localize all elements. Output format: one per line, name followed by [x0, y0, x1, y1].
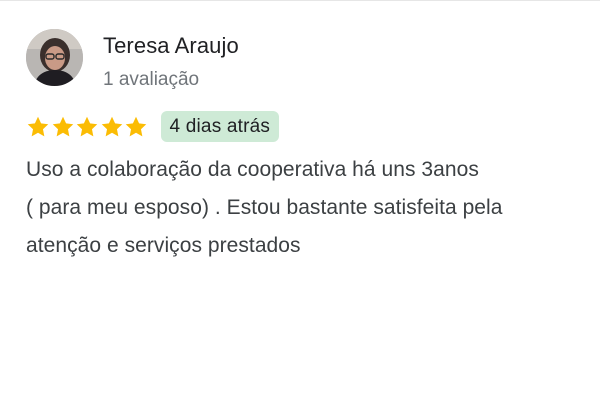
star-rating [26, 115, 149, 139]
review-text-line: atenção e serviços prestados [26, 234, 301, 257]
star-icon [124, 115, 148, 139]
review-card: Teresa Araujo 1 avaliação 4 dias atrás U… [0, 0, 600, 400]
review-header: Teresa Araujo 1 avaliação [26, 29, 239, 93]
rating-row: 4 dias atrás [26, 111, 280, 142]
reviewer-name[interactable]: Teresa Araujo [103, 32, 239, 60]
review-text-line: ( para meu esposo) . Estou bastante sati… [26, 196, 503, 219]
review-text: Uso a colaboração da cooperativa há uns … [26, 151, 598, 265]
avatar-photo-icon [26, 29, 83, 86]
star-icon [75, 115, 99, 139]
star-icon [26, 115, 50, 139]
avatar[interactable] [26, 29, 83, 86]
review-date-badge: 4 dias atrás [160, 111, 280, 142]
star-icon [100, 115, 124, 139]
star-icon [51, 115, 75, 139]
reviewer-review-count: 1 avaliação [103, 69, 200, 90]
author-info: Teresa Araujo 1 avaliação [103, 32, 239, 93]
review-text-line: Uso a colaboração da cooperativa há uns … [26, 158, 479, 181]
